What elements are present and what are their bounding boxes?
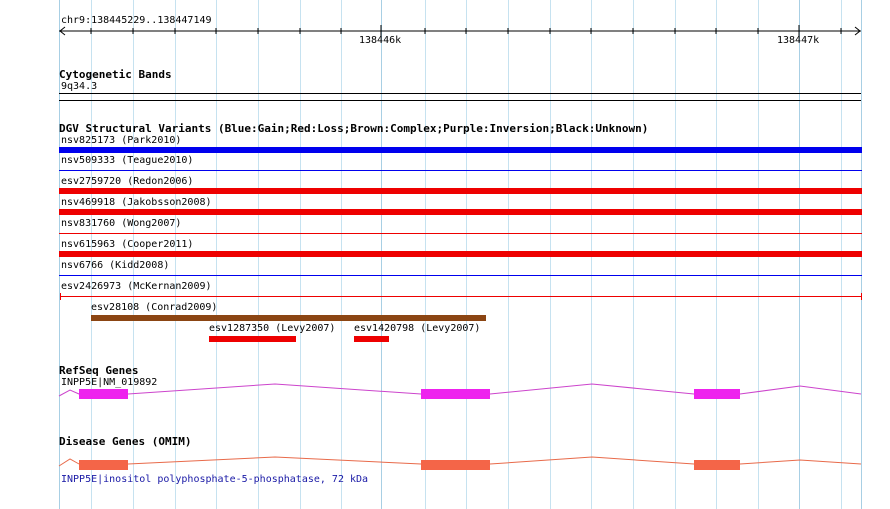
- variant-label: esv2759720 (Redon2006): [61, 176, 194, 187]
- refseq-track-title[interactable]: RefSeq Genes: [59, 364, 138, 377]
- exon: [421, 389, 490, 399]
- intron: [127, 383, 422, 395]
- exon: [79, 460, 128, 470]
- variant-feature-gain[interactable]: [59, 147, 862, 153]
- variant-feature-loss[interactable]: [59, 209, 862, 215]
- intron: [58, 458, 80, 467]
- exon: [421, 460, 490, 470]
- intron: [127, 456, 422, 465]
- intron: [58, 389, 80, 397]
- refseq-gene-model[interactable]: [0, 382, 890, 406]
- variant-label: esv28108 (Conrad2009): [91, 302, 218, 313]
- disease-gene-model[interactable]: [0, 452, 890, 476]
- ruler-tick-label: 138446k: [359, 35, 402, 46]
- variant-label: esv1420798 (Levy2007): [354, 323, 481, 334]
- variant-label: nsv825173 (Park2010): [61, 135, 182, 146]
- variant-label: nsv831760 (Wong2007): [61, 218, 182, 229]
- variant-feature-loss[interactable]: [209, 336, 296, 342]
- ruler-scale: [59, 25, 861, 37]
- variant-label: nsv615963 (Cooper2011): [61, 239, 194, 250]
- exon: [694, 389, 740, 399]
- disease-gene-label[interactable]: INPP5E|inositol polyphosphate-5-phosphat…: [61, 474, 368, 486]
- variant-feature-loss[interactable]: [59, 233, 862, 234]
- variant-label: nsv469918 (Jakobsson2008): [61, 197, 212, 208]
- intron: [739, 459, 862, 465]
- variant-feature-gain[interactable]: [59, 170, 862, 171]
- exon: [694, 460, 740, 470]
- dgv-track-title[interactable]: DGV Structural Variants (Blue:Gain;Red:L…: [59, 122, 648, 135]
- cytoband-track-title[interactable]: Cytogenetic Bands: [59, 68, 172, 81]
- intron: [489, 383, 695, 395]
- variant-label: esv1287350 (Levy2007): [209, 323, 336, 334]
- intron: [739, 385, 862, 395]
- variant-feature-loss[interactable]: [59, 188, 862, 194]
- variant-feature-loss[interactable]: [0, 292, 890, 302]
- variant-feature-loss[interactable]: [59, 251, 862, 257]
- intron: [489, 456, 695, 465]
- cytoband-band[interactable]: [0, 90, 890, 104]
- variant-label: nsv509333 (Teague2010): [61, 155, 194, 166]
- disease-track-title[interactable]: Disease Genes (OMIM): [59, 435, 191, 448]
- variant-feature-complex[interactable]: [91, 315, 486, 321]
- ruler-tick-label: 138447k: [777, 35, 820, 46]
- variant-label: nsv6766 (Kidd2008): [61, 260, 170, 271]
- variant-feature-loss[interactable]: [354, 336, 389, 342]
- genome-browser-panel: chr9:138445229..138447149 138446k 138447…: [0, 0, 890, 509]
- exon: [79, 389, 128, 399]
- variant-feature-gain[interactable]: [59, 275, 862, 276]
